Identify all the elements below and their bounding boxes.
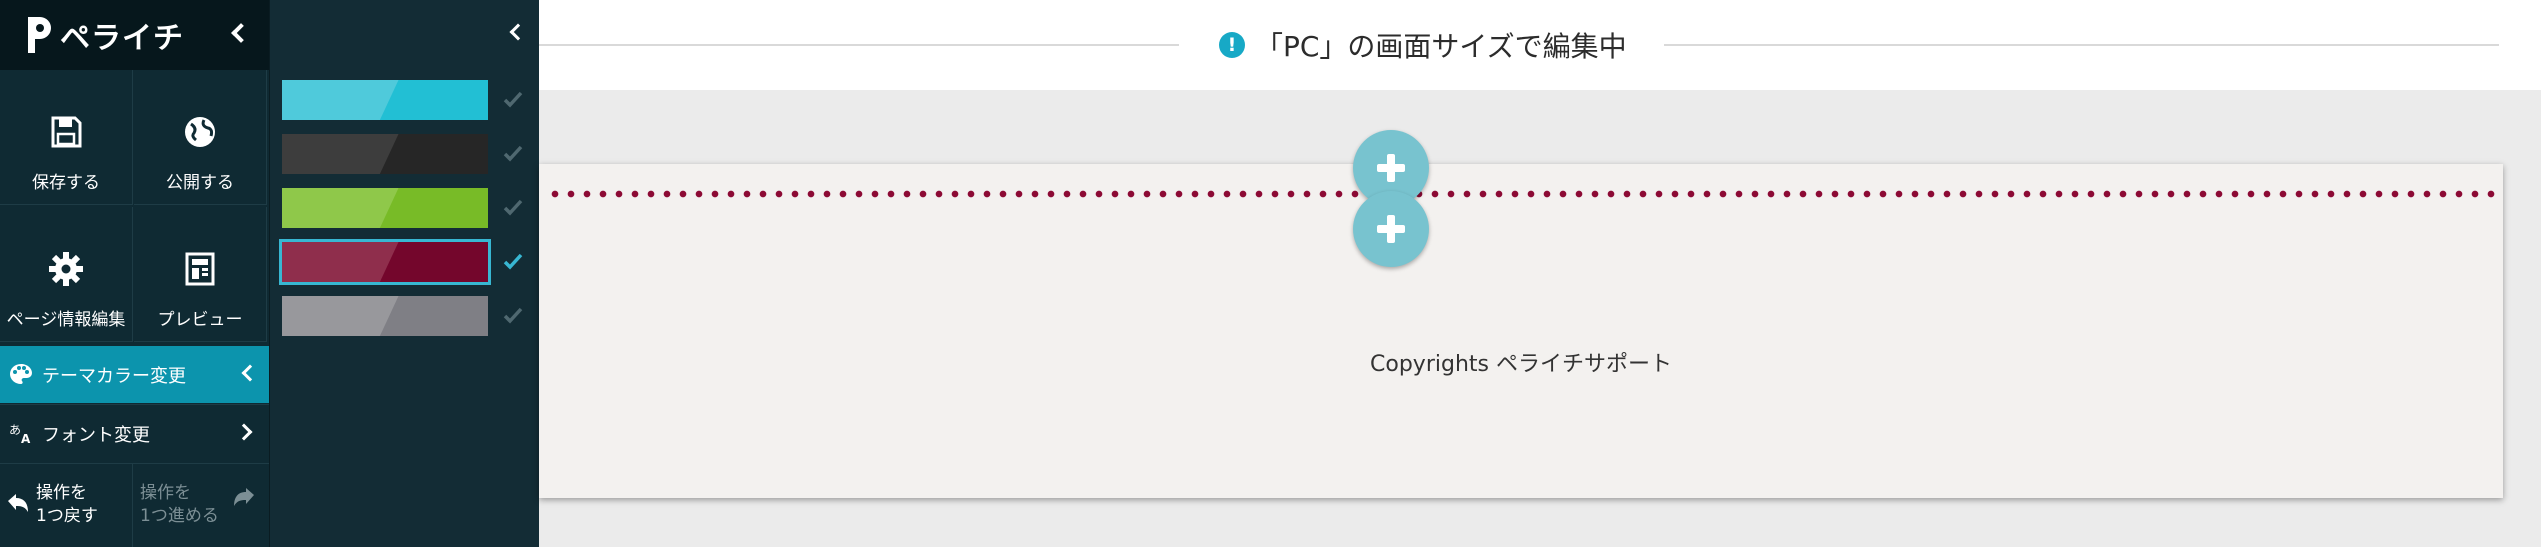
palette-swatch (282, 80, 488, 120)
palette-swatch (282, 134, 488, 174)
redo-label-line1: 操作を (140, 483, 191, 503)
checkmark-icon (503, 145, 523, 162)
screen-size-notice: ! 「PC」の画面サイズで編集中 (1207, 24, 1639, 66)
undo-button[interactable]: 操作を 1つ戻す (0, 464, 133, 547)
save-button[interactable]: 保存する (0, 70, 133, 205)
checkmark-icon (503, 307, 523, 324)
page-info-edit-label: ページ情報編集 (6, 310, 126, 330)
publish-button[interactable]: 公開する (134, 70, 267, 205)
redo-button[interactable]: 操作を 1つ進める (134, 464, 269, 547)
page-info-edit-button[interactable]: ページ情報編集 (0, 207, 133, 342)
copyright-text[interactable]: Copyrights ペライチサポート (539, 346, 2503, 378)
palette-option-green[interactable] (282, 188, 532, 228)
palette-option-cyan[interactable] (282, 80, 532, 120)
theme-color-panel (269, 0, 539, 547)
theme-color-label: テーマカラー変更 (42, 366, 186, 387)
floppy-disk-icon (51, 116, 82, 148)
checkmark-icon (503, 253, 523, 270)
screen-size-notice-text: 「PC」の画面サイズで編集中 (1255, 30, 1627, 63)
palette-option-crimson[interactable] (279, 239, 532, 285)
divider-line-left (539, 44, 1179, 46)
checkmark-icon (503, 91, 523, 108)
chevron-left-icon (231, 23, 251, 43)
add-block-below-button[interactable] (1353, 191, 1429, 267)
swatch-dark-half (378, 296, 488, 336)
undo-label-line1: 操作を (36, 483, 87, 503)
redo-label: 操作を 1つ進める (140, 482, 219, 528)
redo-arrow-icon (234, 488, 254, 506)
palette-swatch (282, 296, 488, 336)
palette-option-gray[interactable] (282, 296, 532, 336)
publish-label: 公開する (166, 173, 234, 193)
chevron-right-icon (235, 423, 253, 441)
undo-arrow-icon (8, 494, 28, 512)
font-change-menu[interactable]: あ A フォント変更 (0, 404, 269, 461)
globe-icon (185, 117, 215, 147)
swatch-dark-half (378, 242, 488, 282)
sidebar: ペライチ 保存する 公開する ページ情報編集 プレビュー テーマカラー変更 あ … (0, 0, 269, 547)
dotted-divider (547, 190, 2499, 198)
palette-icon (10, 364, 32, 384)
chevron-left-icon (241, 364, 259, 382)
palette-swatch (282, 188, 488, 228)
font-change-label: フォント変更 (42, 425, 150, 446)
theme-color-menu[interactable]: テーマカラー変更 (0, 346, 269, 403)
preview-label: プレビュー (157, 310, 243, 330)
peraichi-logo-icon (28, 17, 51, 53)
panel-collapse-button[interactable] (506, 20, 530, 48)
save-label: 保存する (32, 173, 100, 193)
palette-option-dark-gray[interactable] (282, 134, 532, 174)
document-preview-icon (185, 252, 215, 286)
svg-text:あ: あ (9, 423, 21, 437)
sidebar-collapse-button[interactable] (228, 18, 252, 48)
svg-text:A: A (21, 432, 31, 444)
exclamation-icon: ! (1219, 32, 1245, 58)
divider-line-right (1664, 44, 2499, 46)
undo-label-line2: 1つ戻す (36, 506, 98, 526)
logo-bar: ペライチ (0, 0, 269, 70)
redo-label-line2: 1つ進める (140, 506, 219, 526)
palette-swatch (279, 239, 491, 285)
swatch-dark-half (378, 188, 488, 228)
preview-button[interactable]: プレビュー (134, 207, 267, 342)
undo-label: 操作を 1つ戻す (36, 482, 98, 528)
swatch-dark-half (378, 134, 488, 174)
history-controls: 操作を 1つ戻す 操作を 1つ進める (0, 463, 269, 547)
checkmark-icon (503, 199, 523, 216)
brand-logo[interactable]: ペライチ (22, 10, 184, 60)
font-glyph-icon: あ A (9, 423, 31, 444)
chevron-left-icon (509, 23, 527, 41)
gear-icon (49, 252, 83, 286)
footer-block[interactable]: Copyrights ペライチサポート (539, 164, 2503, 498)
swatch-dark-half (378, 80, 488, 120)
brand-name: ペライチ (60, 21, 184, 56)
